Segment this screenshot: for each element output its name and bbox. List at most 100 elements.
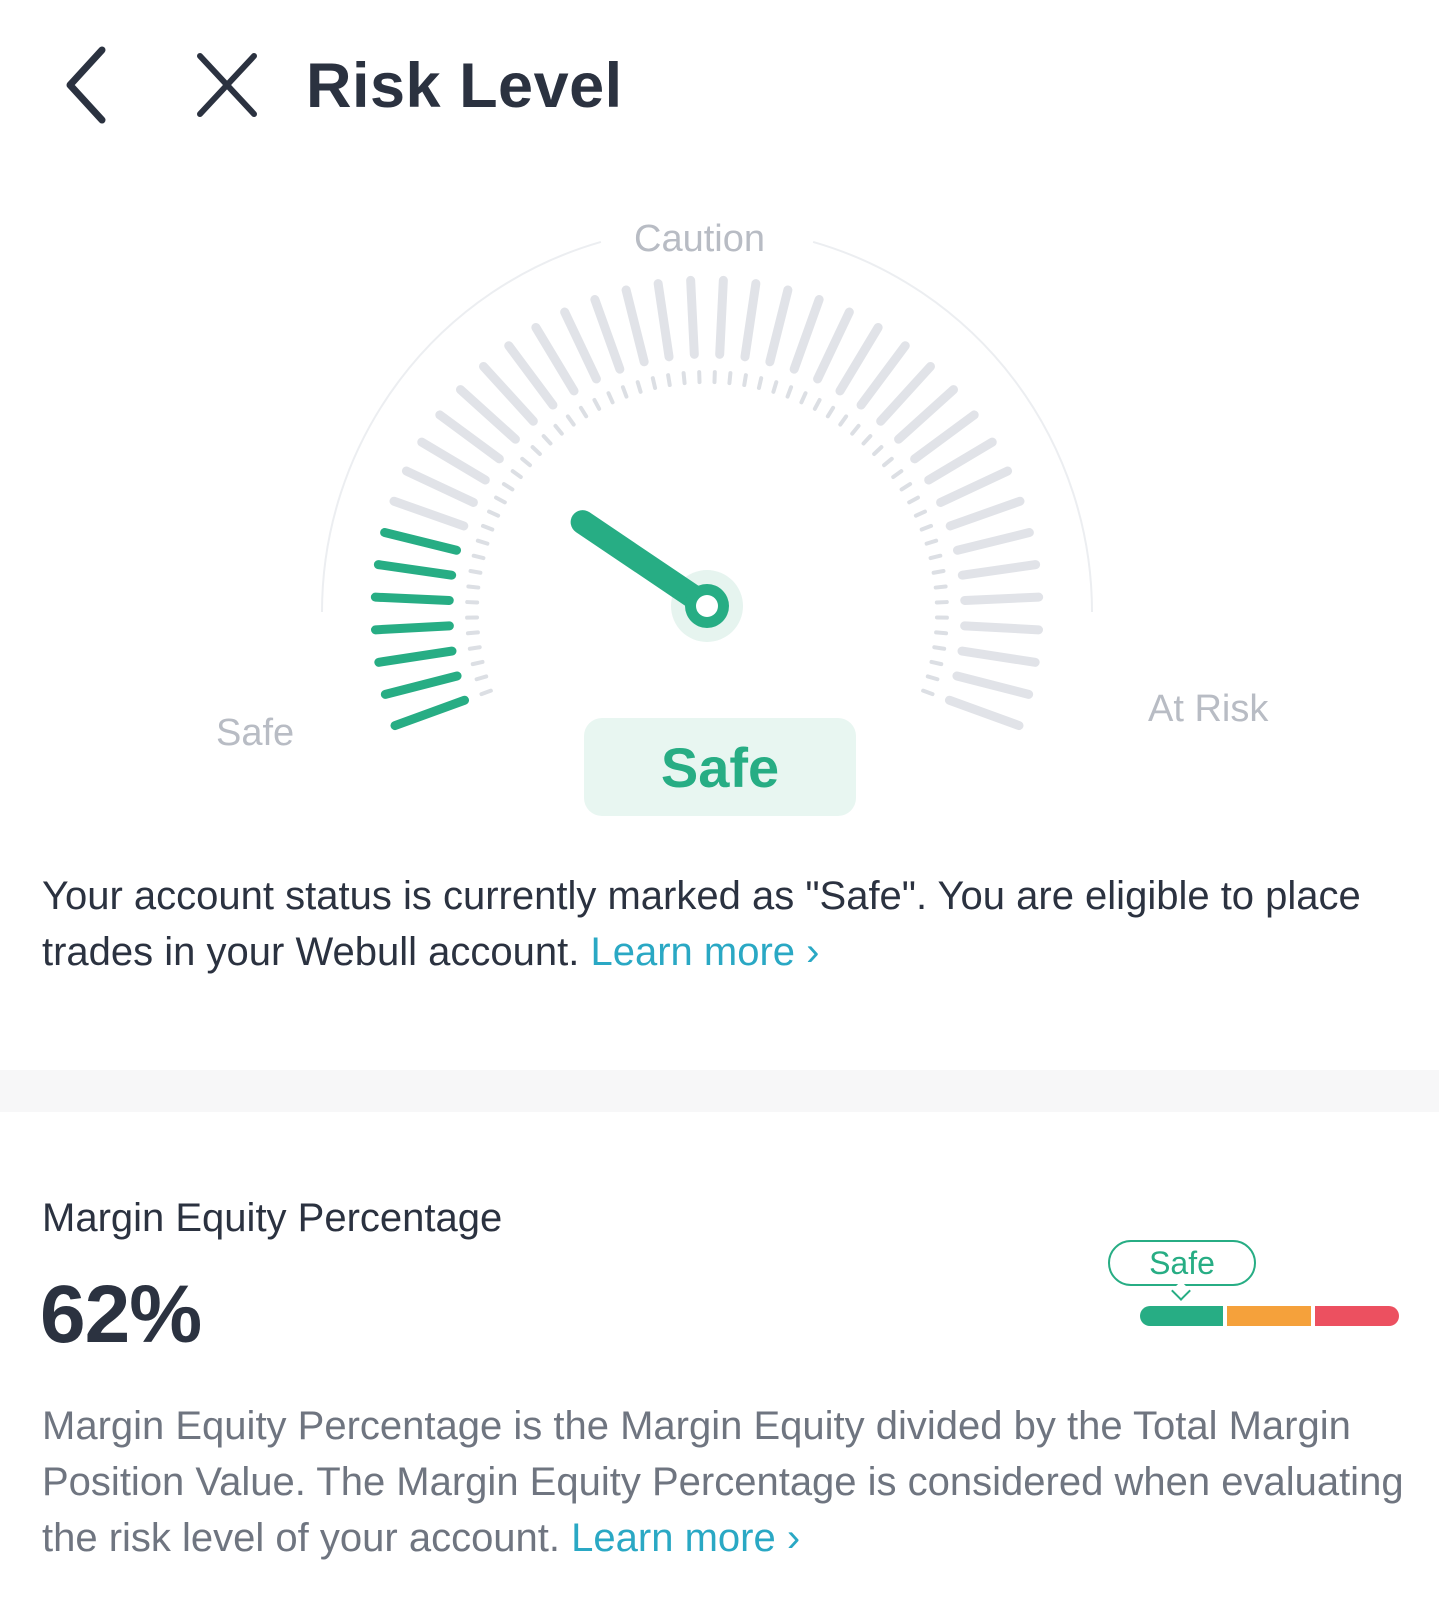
gauge-minor-tick <box>480 523 495 532</box>
gauge-tick <box>740 279 761 362</box>
gauge-minor-tick <box>861 434 873 446</box>
gauge-tick <box>686 275 699 359</box>
learn-more-link[interactable]: Learn more › <box>590 930 819 974</box>
section-divider <box>0 1070 1439 1112</box>
gauge-minor-tick <box>727 371 733 386</box>
gauge-minor-tick <box>474 674 489 682</box>
gauge-minor-tick <box>578 405 589 419</box>
gauge-minor-tick <box>501 482 515 492</box>
gauge-minor-tick <box>487 509 501 518</box>
page-title: Risk Level <box>306 51 623 121</box>
close-button[interactable] <box>188 42 268 127</box>
gauge-minor-tick <box>681 371 687 386</box>
gauge-minor-tick <box>771 380 779 394</box>
gauge-minor-tick <box>756 376 764 390</box>
gauge-minor-tick <box>635 380 643 394</box>
gauge-tick <box>945 496 1025 531</box>
gauge-minor-tick <box>872 445 884 456</box>
gauge-tick <box>765 285 793 367</box>
gauge-tick <box>590 295 625 374</box>
gauge-minor-tick <box>470 659 485 667</box>
gauge-minor-tick <box>510 469 523 480</box>
gauge-tick <box>835 322 883 396</box>
gauge-minor-tick <box>742 373 748 388</box>
gauge-label-at-risk: At Risk <box>1148 688 1269 730</box>
gauge-minor-tick <box>913 509 927 518</box>
gauge-tick <box>621 285 649 367</box>
risk-indicator-tooltip: Safe <box>1108 1240 1256 1286</box>
gauge-label-caution: Caution <box>634 218 765 260</box>
gauge-tick <box>960 621 1044 635</box>
gauge-minor-tick <box>565 414 576 427</box>
gauge-tick <box>936 466 1013 507</box>
gauge-minor-tick <box>520 456 532 468</box>
gauge-minor-tick <box>606 391 615 405</box>
gauge-tick <box>952 671 1034 699</box>
gauge-tick-active <box>370 592 454 605</box>
gauge-minor-tick <box>929 659 944 667</box>
gauge-minor-tick <box>891 469 904 480</box>
header-bar: Risk Level <box>0 0 1439 170</box>
gauge-tick <box>789 295 824 374</box>
status-badge: Safe <box>584 718 856 816</box>
gauge-minor-tick <box>468 569 483 575</box>
gauge-minor-tick <box>933 584 948 590</box>
close-icon <box>197 53 257 117</box>
gauge-minor-tick <box>799 391 808 405</box>
gauge-tick <box>953 528 1034 555</box>
gauge-tick-active <box>374 646 457 667</box>
gauge-minor-tick <box>899 482 913 492</box>
gauge-minor-tick <box>553 423 564 436</box>
chevron-left-icon <box>66 46 106 124</box>
gauge-minor-tick <box>785 385 794 399</box>
gauge-minor-tick <box>530 445 542 456</box>
gauge-minor-tick <box>850 423 861 436</box>
gauge-tick-active <box>390 695 470 731</box>
gauge-tick-active <box>380 528 461 555</box>
gauge-minor-tick <box>475 538 490 546</box>
margin-equity-value: 62% <box>40 1269 202 1360</box>
gauge-minor-tick <box>825 405 836 419</box>
gauge-minor-tick <box>592 398 602 411</box>
gauge-minor-tick <box>838 414 849 427</box>
gauge-tick <box>924 437 997 485</box>
gauge-tick <box>960 592 1044 605</box>
risk-bar-safe-segment <box>1140 1306 1223 1326</box>
gauge-tick-active <box>380 671 462 699</box>
gauge-needle-center <box>696 595 718 617</box>
back-button[interactable] <box>52 40 132 130</box>
learn-more-link-2[interactable]: Learn more › <box>571 1516 800 1560</box>
gauge-minor-tick <box>465 630 480 636</box>
gauge-tick <box>560 307 601 384</box>
gauge-tick <box>957 646 1040 667</box>
gauge-minor-tick <box>931 569 946 575</box>
risk-gauge: Caution Safe At Risk Safe <box>0 180 1439 840</box>
gauge-tick <box>653 279 674 362</box>
risk-bar-at-risk-segment <box>1315 1306 1399 1326</box>
gauge-minor-tick <box>934 630 949 636</box>
gauge-minor-tick <box>919 523 934 532</box>
gauge-minor-tick <box>928 553 943 561</box>
status-message: Your account status is currently marked … <box>42 868 1412 980</box>
gauge-minor-tick <box>471 553 486 561</box>
gauge-minor-tick <box>620 385 629 399</box>
gauge-tick <box>944 695 1024 731</box>
gauge-minor-tick <box>541 434 553 446</box>
gauge-tick-active <box>370 621 454 635</box>
gauge-label-safe: Safe <box>216 712 295 754</box>
gauge-minor-tick <box>925 674 940 682</box>
gauge-minor-tick <box>907 495 920 505</box>
gauge-needle <box>570 510 719 618</box>
gauge-tick <box>401 466 478 507</box>
gauge-tick <box>813 307 854 384</box>
gauge-minor-tick <box>921 688 935 697</box>
gauge-minor-tick <box>479 688 493 697</box>
gauge-minor-tick <box>467 645 482 651</box>
gauge-minor-tick <box>494 495 507 505</box>
gauge-tick <box>531 322 579 396</box>
gauge-minor-tick <box>650 376 658 390</box>
gauge-tick <box>957 560 1041 580</box>
margin-equity-description: Margin Equity Percentage is the Margin E… <box>42 1398 1422 1566</box>
risk-bar-caution-segment <box>1227 1306 1311 1326</box>
gauge-minor-tick <box>666 373 672 388</box>
